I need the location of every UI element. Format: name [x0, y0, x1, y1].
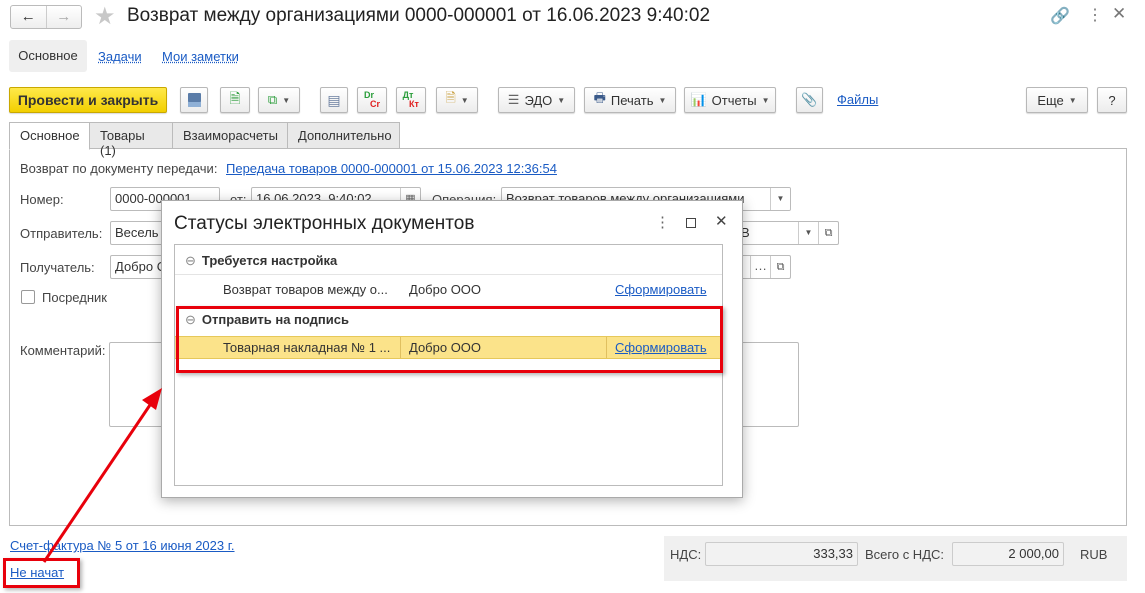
- annotation-arrow: [42, 388, 162, 563]
- arrow-line: [42, 401, 154, 563]
- arrow-head: [142, 388, 162, 410]
